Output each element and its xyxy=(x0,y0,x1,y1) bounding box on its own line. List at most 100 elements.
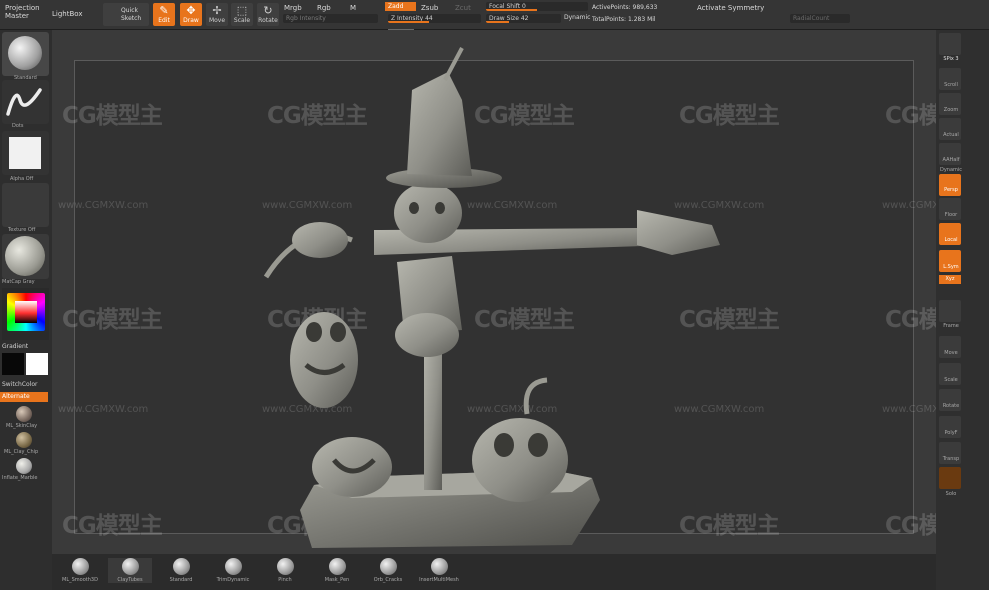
solo-button[interactable] xyxy=(939,467,961,489)
z-intensity-slider[interactable]: Z Intensity 44 xyxy=(388,14,481,23)
radial-count-label: RadialCount xyxy=(793,15,830,22)
move-icon: ✢ xyxy=(212,4,222,17)
quick-sketch-button[interactable]: Quick Sketch xyxy=(103,3,149,26)
material-swatch-3-label: Inflate_Marble xyxy=(2,475,38,481)
bpr-button[interactable] xyxy=(939,33,961,55)
active-points-label: ActivePoints: xyxy=(592,4,631,11)
texture-label: Texture Off xyxy=(8,227,36,233)
aahalf-label: AAHalf xyxy=(942,157,960,163)
total-points: TotalPoints: 1.283 Mil xyxy=(592,16,656,24)
quick-sketch-label: Quick Sketch xyxy=(121,7,142,22)
scale-icon: ⬚ xyxy=(236,4,248,17)
zcut-toggle[interactable]: Zcut xyxy=(455,4,471,12)
move-button[interactable]: ✢ Move xyxy=(206,3,228,26)
texture-thumbnail[interactable] xyxy=(2,183,49,227)
secondary-color-swatch[interactable] xyxy=(26,353,48,375)
brush-slot-label: Mask_Pen xyxy=(324,577,350,583)
brush-slot[interactable]: ClayTubes xyxy=(108,558,152,583)
active-points-value: 989,633 xyxy=(632,4,658,11)
brush-slot[interactable]: Pinch xyxy=(263,558,307,583)
rotate-button[interactable]: ↻ Rotate xyxy=(257,3,279,26)
color-picker[interactable] xyxy=(2,288,49,340)
draw-label: Draw xyxy=(183,17,199,24)
left-shelf: Standard Dots Alpha Off Texture Off MatC… xyxy=(0,30,52,590)
brush-slot[interactable]: Mask_Pen xyxy=(315,558,359,583)
mrgb-toggle[interactable]: Mrgb xyxy=(284,4,302,12)
material-swatch-1[interactable] xyxy=(16,406,32,422)
rgb-intensity-slider[interactable]: Rgb Intensity xyxy=(283,14,378,23)
scale-label: Scale xyxy=(233,17,251,24)
total-points-label: TotalPoints: xyxy=(592,16,627,23)
brush-slot[interactable]: Orb_Cracks xyxy=(366,558,410,583)
edit-icon: ✎ xyxy=(159,4,169,17)
move-view-label: Move xyxy=(944,350,958,356)
edit-label: Edit xyxy=(158,17,170,24)
brush-icon xyxy=(328,558,346,575)
lightbox-button[interactable]: LightBox xyxy=(52,10,82,18)
focal-shift-slider[interactable]: Focal Shift 0 xyxy=(486,2,588,11)
dynamic-toggle[interactable]: Dynamic xyxy=(564,14,590,22)
brush-icon xyxy=(224,558,242,575)
scale-view-label: Scale xyxy=(944,377,958,383)
canvas-viewport[interactable]: CG模型主 CG模型主 CG模型主 CG模型主 CG模型主 www.CGMXW.… xyxy=(52,30,986,554)
main-color-swatch[interactable] xyxy=(2,353,24,375)
move-label: Move xyxy=(208,17,226,24)
brush-slot[interactable]: InsertMultiMesh xyxy=(417,558,461,583)
draw-size-slider[interactable]: Draw Size 42 xyxy=(486,14,561,23)
right-shelf: SPix 3 Scroll Zoom Actual AAHalf Dynamic… xyxy=(936,30,989,590)
scarecrow-sculpt xyxy=(263,47,720,548)
active-points: ActivePoints: 989,633 xyxy=(592,4,657,12)
transp-label: Transp xyxy=(942,456,960,462)
brush-icon xyxy=(121,558,139,575)
persp-label: Persp xyxy=(944,187,958,193)
stroke-icon xyxy=(6,88,42,116)
scale-button[interactable]: ⬚ Scale xyxy=(231,3,253,26)
brush-slot-label: Orb_Cracks xyxy=(373,577,403,583)
brush-slot-label: Pinch xyxy=(278,577,292,583)
brush-shelf: ML_Smooth3D ClayTubes Standard TrimDynam… xyxy=(52,554,936,590)
brush-slot-label: ClayTubes xyxy=(117,577,143,583)
brush-slot-label: TrimDynamic xyxy=(216,577,250,583)
material-label: MatCap Gray xyxy=(2,279,35,285)
m-toggle[interactable]: M xyxy=(350,4,356,12)
zbrush-window: Projection Master LightBox Quick Sketch … xyxy=(0,0,989,590)
brush-slot-label: InsertMultiMesh xyxy=(419,577,459,583)
draw-button[interactable]: ✥ Draw xyxy=(180,3,202,26)
actual-label: Actual xyxy=(943,132,959,138)
stroke-thumbnail[interactable] xyxy=(2,80,49,124)
zadd-toggle[interactable]: Zadd xyxy=(385,2,416,11)
brush-icon xyxy=(71,558,89,575)
local-label: Local xyxy=(944,237,958,243)
top-toolbar: Projection Master LightBox Quick Sketch … xyxy=(0,0,989,33)
brush-icon xyxy=(430,558,448,575)
material-swatch-3[interactable] xyxy=(16,458,32,474)
switch-color-button[interactable]: SwitchColor xyxy=(2,381,38,388)
alpha-thumbnail[interactable] xyxy=(2,131,49,175)
brush-thumbnail[interactable] xyxy=(2,32,49,76)
rotate-view-label: Rotate xyxy=(942,403,960,409)
edit-button[interactable]: ✎ Edit xyxy=(153,3,175,26)
brush-slot[interactable]: Standard xyxy=(159,558,203,583)
frame-button[interactable] xyxy=(939,300,961,322)
activate-symmetry-button[interactable]: Activate Symmetry xyxy=(697,4,764,12)
brush-slot[interactable]: ML_Smooth3D xyxy=(58,558,102,583)
zsub-toggle[interactable]: Zsub xyxy=(421,4,438,12)
dynamic-label[interactable]: Dynamic xyxy=(937,167,965,173)
polyf-label: PolyF xyxy=(944,430,958,436)
rotate-icon: ↻ xyxy=(263,4,273,17)
projection-master-button[interactable]: Projection Master xyxy=(5,4,49,20)
gradient-label[interactable]: Gradient xyxy=(2,343,28,350)
rgb-toggle[interactable]: Rgb xyxy=(317,4,331,12)
alternate-button[interactable]: Alternate xyxy=(0,392,48,402)
spix-slider[interactable]: SPix 3 xyxy=(937,56,965,62)
total-points-value: 1.283 Mil xyxy=(627,16,656,23)
radial-count-slider[interactable]: RadialCount xyxy=(790,14,850,23)
floor-label: Floor xyxy=(944,212,958,218)
brush-icon xyxy=(172,558,190,575)
brush-slot[interactable]: TrimDynamic xyxy=(211,558,255,583)
brush-slot-label: Standard xyxy=(169,577,193,583)
material-thumbnail[interactable] xyxy=(2,234,49,279)
stroke-label: Dots xyxy=(12,123,24,129)
material-swatch-2[interactable] xyxy=(16,432,32,448)
xyz-toggle[interactable]: Xyz xyxy=(939,275,961,284)
